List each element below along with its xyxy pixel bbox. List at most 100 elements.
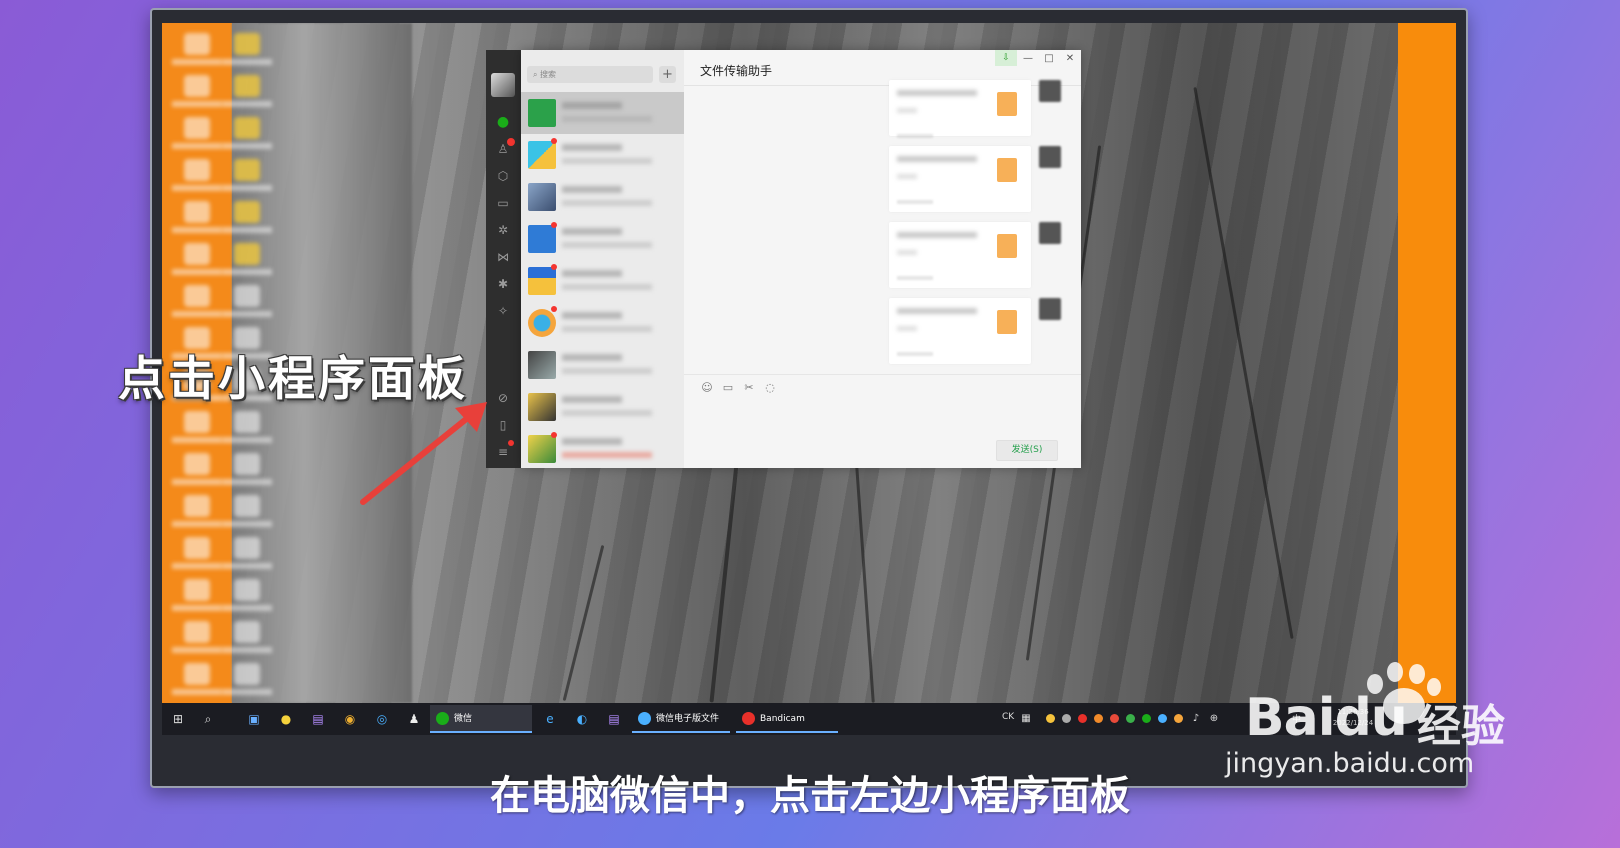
tray-icon[interactable] xyxy=(1110,714,1119,723)
scissors-icon[interactable]: ✂ xyxy=(742,381,756,395)
taskbar-app-wechat[interactable]: 微信 xyxy=(430,705,532,733)
channels-icon[interactable]: ⋈ xyxy=(495,249,511,265)
maximize-button[interactable]: □ xyxy=(1042,53,1056,64)
file-transfer-avatar xyxy=(528,99,556,127)
chat-icon[interactable]: ● xyxy=(495,114,511,130)
desktop-icon[interactable] xyxy=(234,579,260,601)
desktop-icon[interactable] xyxy=(234,117,260,139)
desktop-icon[interactable] xyxy=(234,495,260,517)
tray-icon[interactable] xyxy=(1078,714,1087,723)
ime-indicator[interactable]: CK xyxy=(1002,712,1014,722)
sender-avatar[interactable] xyxy=(1039,146,1061,168)
search-icon[interactable]: ⌕ xyxy=(200,711,216,727)
chat-list-item[interactable] xyxy=(521,134,684,176)
look-icon[interactable]: ✧ xyxy=(495,303,511,319)
desktop-icon[interactable] xyxy=(234,159,260,181)
desktop-icon[interactable] xyxy=(234,201,260,223)
taskbar-app-label: Bandicam xyxy=(760,714,805,724)
chat-avatar xyxy=(528,141,556,169)
taskbar-app-label: 微信电子版文件签... xyxy=(656,714,720,724)
wechat-window: ⌕ 搜索 + 文件传输助手 ⇩ — □ ✕ ☺ ▭ ✂ ◌ 发送(S) xyxy=(521,50,1081,468)
notification-badge xyxy=(507,138,515,146)
desktop-icon[interactable] xyxy=(234,243,260,265)
file-message[interactable] xyxy=(889,298,1031,364)
chrome-icon[interactable]: ◉ xyxy=(342,711,358,727)
moments-icon[interactable]: ✲ xyxy=(495,222,511,238)
tray-icon[interactable] xyxy=(1126,714,1135,723)
record-icon xyxy=(742,712,755,725)
chat-list-item[interactable] xyxy=(521,344,684,386)
tray-icon[interactable] xyxy=(1062,714,1071,723)
desktop-icon[interactable] xyxy=(234,33,260,55)
favorites-icon[interactable]: ⬡ xyxy=(495,168,511,184)
file-message[interactable] xyxy=(889,80,1031,138)
file-message[interactable] xyxy=(889,222,1031,288)
send-button[interactable]: 发送(S) xyxy=(996,440,1058,461)
wechat-icon xyxy=(436,712,449,725)
chat-list-item[interactable] xyxy=(521,428,684,470)
pin-button[interactable]: ⇩ xyxy=(995,50,1017,66)
user-avatar[interactable] xyxy=(491,73,515,97)
emoji-icon[interactable]: ☺ xyxy=(700,381,714,395)
tray-icon[interactable] xyxy=(1142,714,1151,723)
chat-avatar xyxy=(528,267,556,295)
premiere-icon[interactable]: ▤ xyxy=(606,711,622,727)
file-icon xyxy=(997,158,1017,182)
desktop-icon[interactable] xyxy=(234,411,260,433)
chat-list-item[interactable] xyxy=(521,92,684,134)
chat-title: 文件传输助手 xyxy=(700,64,773,78)
folder-icon[interactable]: ▭ xyxy=(495,195,511,211)
volume-icon[interactable]: ♪ xyxy=(1188,711,1204,727)
desktop-icon[interactable] xyxy=(234,537,260,559)
browser-icon[interactable]: ◎ xyxy=(374,711,390,727)
sender-avatar[interactable] xyxy=(1039,222,1061,244)
close-button[interactable]: ✕ xyxy=(1063,53,1077,64)
sender-avatar[interactable] xyxy=(1039,298,1061,320)
app-icon[interactable]: ● xyxy=(278,711,294,727)
windows-start-icon[interactable]: ⊞ xyxy=(170,711,186,727)
folder-icon[interactable]: ▭ xyxy=(721,381,735,395)
search-input[interactable]: ⌕ 搜索 xyxy=(527,66,653,83)
chat-list-panel: ⌕ 搜索 + xyxy=(521,50,684,468)
file-icon xyxy=(997,92,1017,116)
tray-icon[interactable] xyxy=(1046,714,1055,723)
app-icon[interactable]: ◐ xyxy=(574,711,590,727)
desktop-icon[interactable] xyxy=(234,663,260,685)
input-divider xyxy=(684,374,1081,375)
desktop-icon[interactable] xyxy=(234,453,260,475)
tray-icon[interactable] xyxy=(1158,714,1167,723)
file-icon xyxy=(997,234,1017,258)
desktop-icon[interactable] xyxy=(234,621,260,643)
minimize-button[interactable]: — xyxy=(1021,53,1035,64)
file-message[interactable] xyxy=(889,146,1031,212)
chat-list-item[interactable] xyxy=(521,218,684,260)
desktop-icon[interactable] xyxy=(234,75,260,97)
taskbar-app-document[interactable]: 微信电子版文件签... xyxy=(632,705,730,733)
chat-history-icon[interactable]: ◌ xyxy=(763,381,777,395)
menu-badge xyxy=(508,440,514,446)
taskbar-app-bandicam[interactable]: Bandicam xyxy=(736,705,838,733)
sender-avatar[interactable] xyxy=(1039,80,1061,102)
desktop-icon[interactable] xyxy=(234,285,260,307)
chat-avatar xyxy=(528,435,556,463)
premiere-icon[interactable]: ▤ xyxy=(310,711,326,727)
chat-list-item[interactable] xyxy=(521,176,684,218)
search-icon[interactable]: ✱ xyxy=(495,276,511,292)
wallpaper-detail xyxy=(1193,86,1294,640)
orange-wallpaper-right xyxy=(1398,23,1456,703)
chat-list-item[interactable] xyxy=(521,260,684,302)
qq-icon[interactable]: ♟ xyxy=(406,711,422,727)
chat-avatar xyxy=(528,309,556,337)
network-icon[interactable]: ⊕ xyxy=(1206,711,1222,727)
keyboard-icon[interactable]: ▦ xyxy=(1018,711,1034,727)
wallpaper-detail xyxy=(709,463,739,703)
tray-icon[interactable] xyxy=(1174,714,1183,723)
tray-icon[interactable] xyxy=(1094,714,1103,723)
chat-list-item[interactable] xyxy=(521,386,684,428)
search-placeholder: 搜索 xyxy=(540,70,557,79)
photos-icon[interactable]: ▣ xyxy=(246,711,262,727)
chat-list-item[interactable] xyxy=(521,302,684,344)
edge-icon[interactable]: e xyxy=(542,711,558,727)
baidu-brand: Baidu xyxy=(1245,688,1408,748)
add-button[interactable]: + xyxy=(659,66,676,83)
